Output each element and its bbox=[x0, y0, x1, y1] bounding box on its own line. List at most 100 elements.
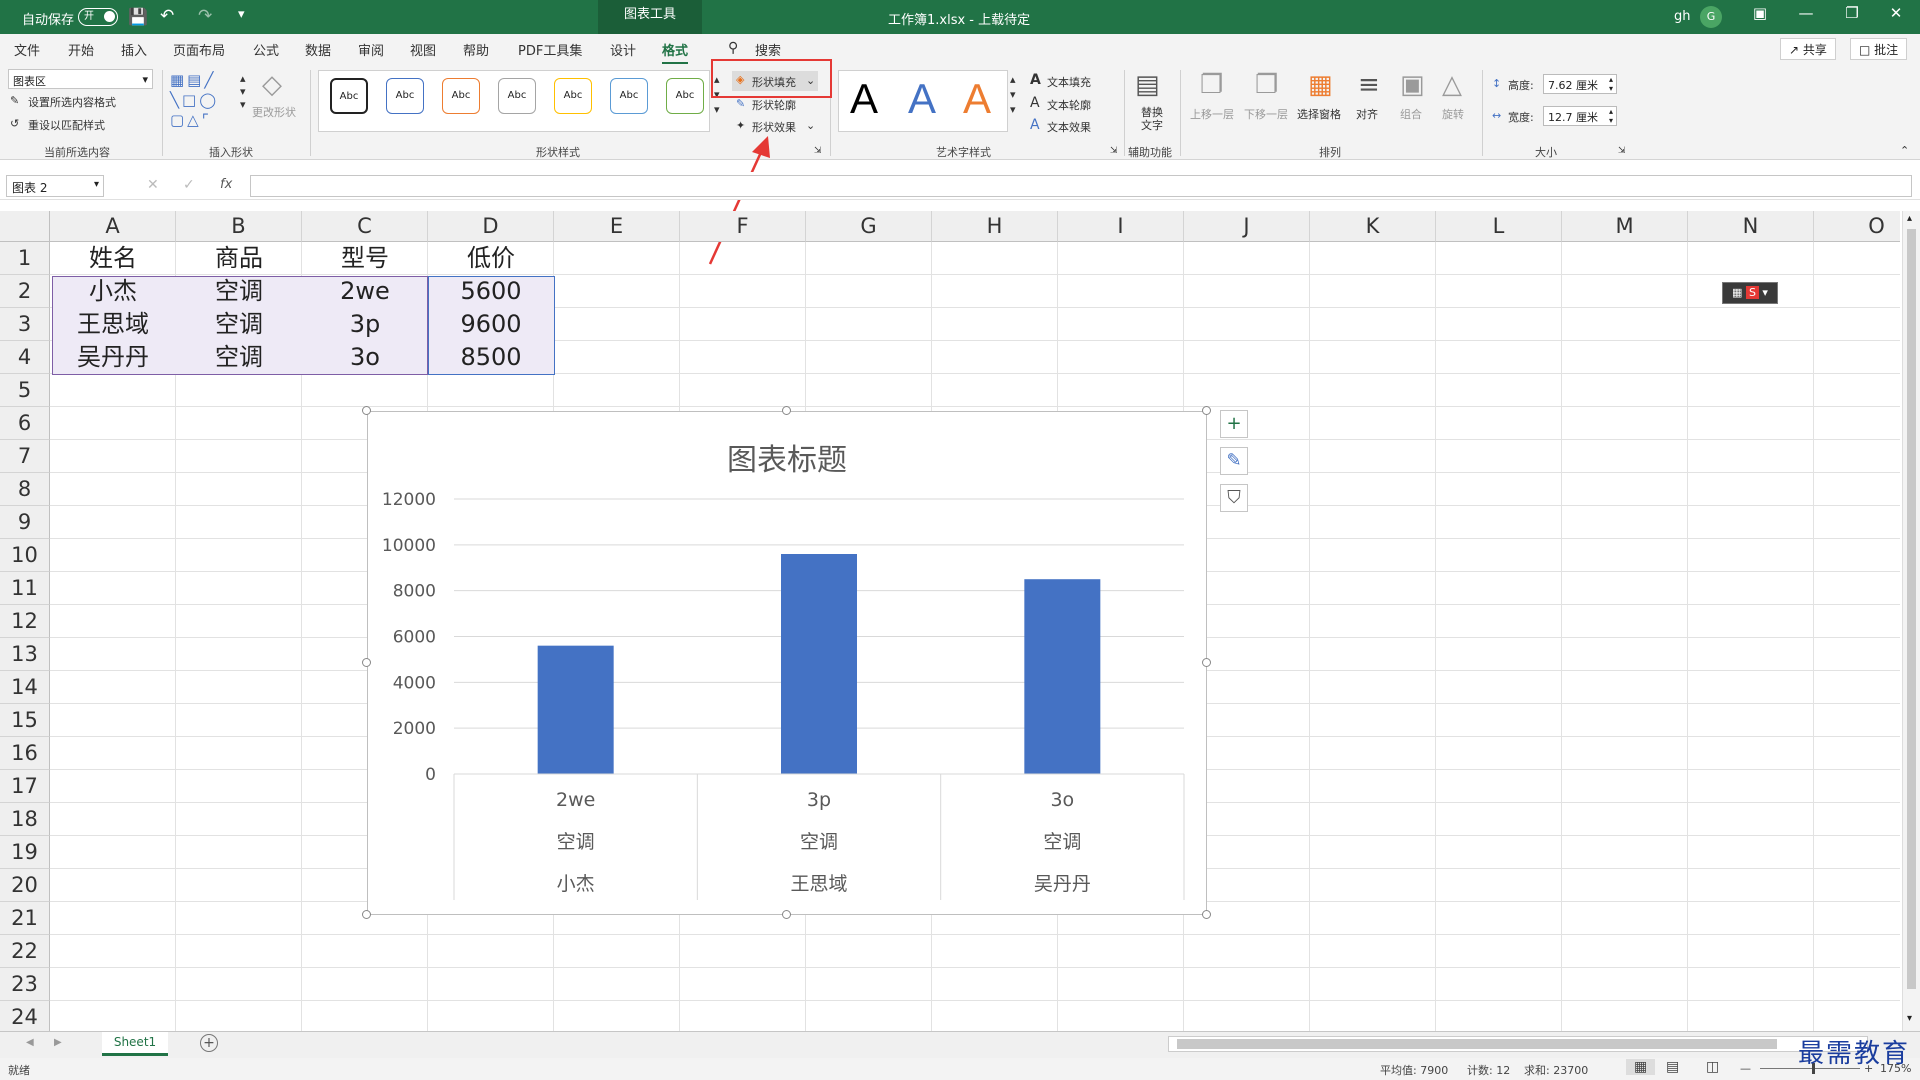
column-header[interactable]: D bbox=[428, 211, 554, 242]
cancel-icon[interactable]: ✕ bbox=[147, 177, 159, 193]
chart-element-dropdown[interactable]: 图表区 ▾ bbox=[8, 69, 153, 89]
header-cell[interactable]: 低价 bbox=[428, 242, 554, 275]
row-header[interactable]: 14 bbox=[0, 671, 50, 704]
chart-elements-button[interactable]: + bbox=[1220, 410, 1248, 438]
row-header[interactable]: 8 bbox=[0, 473, 50, 506]
chart-title[interactable]: 图表标题 bbox=[727, 443, 847, 478]
row-header[interactable]: 3 bbox=[0, 308, 50, 341]
tab-insert[interactable]: 插入 bbox=[121, 40, 147, 59]
chart-styles-button[interactable]: ✎ bbox=[1220, 447, 1248, 475]
table-cell[interactable]: 王思域 bbox=[50, 308, 176, 341]
dialog-launcher-icon[interactable]: ⇲ bbox=[814, 146, 822, 156]
column-header[interactable]: B bbox=[176, 211, 302, 242]
resize-handle[interactable] bbox=[1202, 658, 1211, 667]
table-cell[interactable]: 空调 bbox=[176, 308, 302, 341]
send-backward-button[interactable]: 下移一层 bbox=[1244, 106, 1288, 122]
scroll-down-icon[interactable]: ▾ bbox=[1907, 1013, 1912, 1024]
shape-style-swatch[interactable]: Abc bbox=[442, 78, 480, 114]
row-header[interactable]: 17 bbox=[0, 770, 50, 803]
wordart-style-blue[interactable]: A bbox=[908, 76, 936, 122]
tab-pdf-tools[interactable]: PDF工具集 bbox=[518, 40, 582, 59]
tab-help[interactable]: 帮助 bbox=[463, 40, 489, 59]
row-header[interactable]: 15 bbox=[0, 704, 50, 737]
row-header[interactable]: 22 bbox=[0, 935, 50, 968]
row-header[interactable]: 9 bbox=[0, 506, 50, 539]
tab-review[interactable]: 审阅 bbox=[358, 40, 384, 59]
row-header[interactable]: 2 bbox=[0, 275, 50, 308]
format-selection-button[interactable]: 设置所选内容格式 bbox=[28, 94, 116, 110]
reset-style-button[interactable]: 重设以匹配样式 bbox=[28, 117, 105, 133]
tab-view[interactable]: 视图 bbox=[410, 40, 436, 59]
bring-forward-button[interactable]: 上移一层 bbox=[1190, 106, 1234, 122]
row-header[interactable]: 6 bbox=[0, 407, 50, 440]
column-header[interactable]: G bbox=[806, 211, 932, 242]
quick-access-menu-icon[interactable]: ▾ bbox=[238, 7, 245, 22]
header-cell[interactable]: 姓名 bbox=[50, 242, 176, 275]
add-sheet-button[interactable]: + bbox=[200, 1034, 218, 1052]
text-effects-button[interactable]: 文本效果 bbox=[1047, 119, 1091, 135]
collapse-ribbon-icon[interactable]: ⌃ bbox=[1900, 144, 1909, 157]
row-header[interactable]: 1 bbox=[0, 242, 50, 275]
name-box[interactable]: 图表 2 ▾ bbox=[6, 175, 104, 197]
scroll-left-icon[interactable]: ◀ bbox=[26, 1037, 34, 1048]
table-cell[interactable]: 3o bbox=[302, 341, 428, 374]
row-header[interactable]: 11 bbox=[0, 572, 50, 605]
height-input[interactable]: 7.62 厘米 ▴ ▾ bbox=[1543, 74, 1617, 94]
row-header[interactable]: 19 bbox=[0, 836, 50, 869]
column-header[interactable]: N bbox=[1688, 211, 1814, 242]
row-header[interactable]: 20 bbox=[0, 869, 50, 902]
column-header[interactable]: C bbox=[302, 211, 428, 242]
scroll-thumb[interactable] bbox=[1907, 229, 1916, 989]
save-icon[interactable]: 💾 bbox=[128, 7, 148, 26]
normal-view-icon[interactable]: ▦ bbox=[1626, 1059, 1656, 1075]
rotate-button[interactable]: 旋转 bbox=[1442, 106, 1464, 122]
gallery-scroll-icon[interactable]: ▴ ▾ ▾ bbox=[1010, 72, 1016, 117]
tab-design[interactable]: 设计 bbox=[610, 40, 636, 59]
user-name[interactable]: gh bbox=[1674, 9, 1691, 24]
shape-style-swatch[interactable]: Abc bbox=[610, 78, 648, 114]
row-header[interactable]: 4 bbox=[0, 341, 50, 374]
header-cell[interactable]: 型号 bbox=[302, 242, 428, 275]
tab-home[interactable]: 开始 bbox=[68, 40, 94, 59]
scroll-right-icon[interactable]: ▶ bbox=[54, 1037, 62, 1048]
shape-style-swatch[interactable]: Abc bbox=[498, 78, 536, 114]
row-header[interactable]: 7 bbox=[0, 440, 50, 473]
shape-style-swatch[interactable]: Abc bbox=[666, 78, 704, 114]
column-header[interactable]: M bbox=[1562, 211, 1688, 242]
column-header[interactable]: F bbox=[680, 211, 806, 242]
resize-handle[interactable] bbox=[1202, 406, 1211, 415]
shape-style-swatch[interactable]: Abc bbox=[330, 78, 368, 114]
row-header[interactable]: 18 bbox=[0, 803, 50, 836]
row-header[interactable]: 16 bbox=[0, 737, 50, 770]
tab-formulas[interactable]: 公式 bbox=[253, 40, 279, 59]
row-header[interactable]: 23 bbox=[0, 968, 50, 1001]
alt-text-button[interactable]: 替换文字 bbox=[1140, 106, 1164, 132]
status-average[interactable]: 平均值: 7900 bbox=[1380, 1062, 1448, 1078]
row-header[interactable]: 5 bbox=[0, 374, 50, 407]
row-header[interactable]: 13 bbox=[0, 638, 50, 671]
row-header[interactable]: 24 bbox=[0, 1001, 50, 1031]
select-all-corner[interactable] bbox=[0, 211, 50, 242]
tab-data[interactable]: 数据 bbox=[305, 40, 331, 59]
shapes-gallery[interactable]: ▦▤╱ ╲□◯ ▢△⌜ bbox=[170, 70, 248, 134]
status-sum[interactable]: 求和: 23700 bbox=[1524, 1062, 1588, 1078]
row-header[interactable]: 21 bbox=[0, 902, 50, 935]
resize-handle[interactable] bbox=[1202, 910, 1211, 919]
comments-button[interactable]: □ 批注 bbox=[1850, 38, 1908, 60]
table-cell[interactable]: 8500 bbox=[428, 341, 554, 374]
wordart-style-orange[interactable]: A bbox=[963, 76, 991, 122]
table-cell[interactable]: 吴丹丹 bbox=[50, 341, 176, 374]
gallery-scroll-icon[interactable]: ▴ ▾ ▾ bbox=[240, 72, 246, 111]
tab-page-layout[interactable]: 页面布局 bbox=[173, 40, 225, 59]
search-box[interactable]: 搜索 bbox=[755, 40, 781, 59]
tab-file[interactable]: 文件 bbox=[14, 40, 40, 59]
tab-format[interactable]: 格式 bbox=[662, 40, 689, 65]
redo-icon[interactable]: ↷ bbox=[198, 6, 212, 26]
column-header[interactable]: I bbox=[1058, 211, 1184, 242]
table-cell[interactable]: 空调 bbox=[176, 275, 302, 308]
sheet-tab-sheet1[interactable]: Sheet1 bbox=[102, 1032, 168, 1056]
horizontal-scrollbar[interactable] bbox=[1168, 1036, 1868, 1052]
dialog-launcher-icon[interactable]: ⇲ bbox=[1110, 146, 1118, 156]
selection-pane-button[interactable]: 选择窗格 bbox=[1297, 106, 1341, 122]
scroll-thumb[interactable] bbox=[1177, 1039, 1777, 1049]
